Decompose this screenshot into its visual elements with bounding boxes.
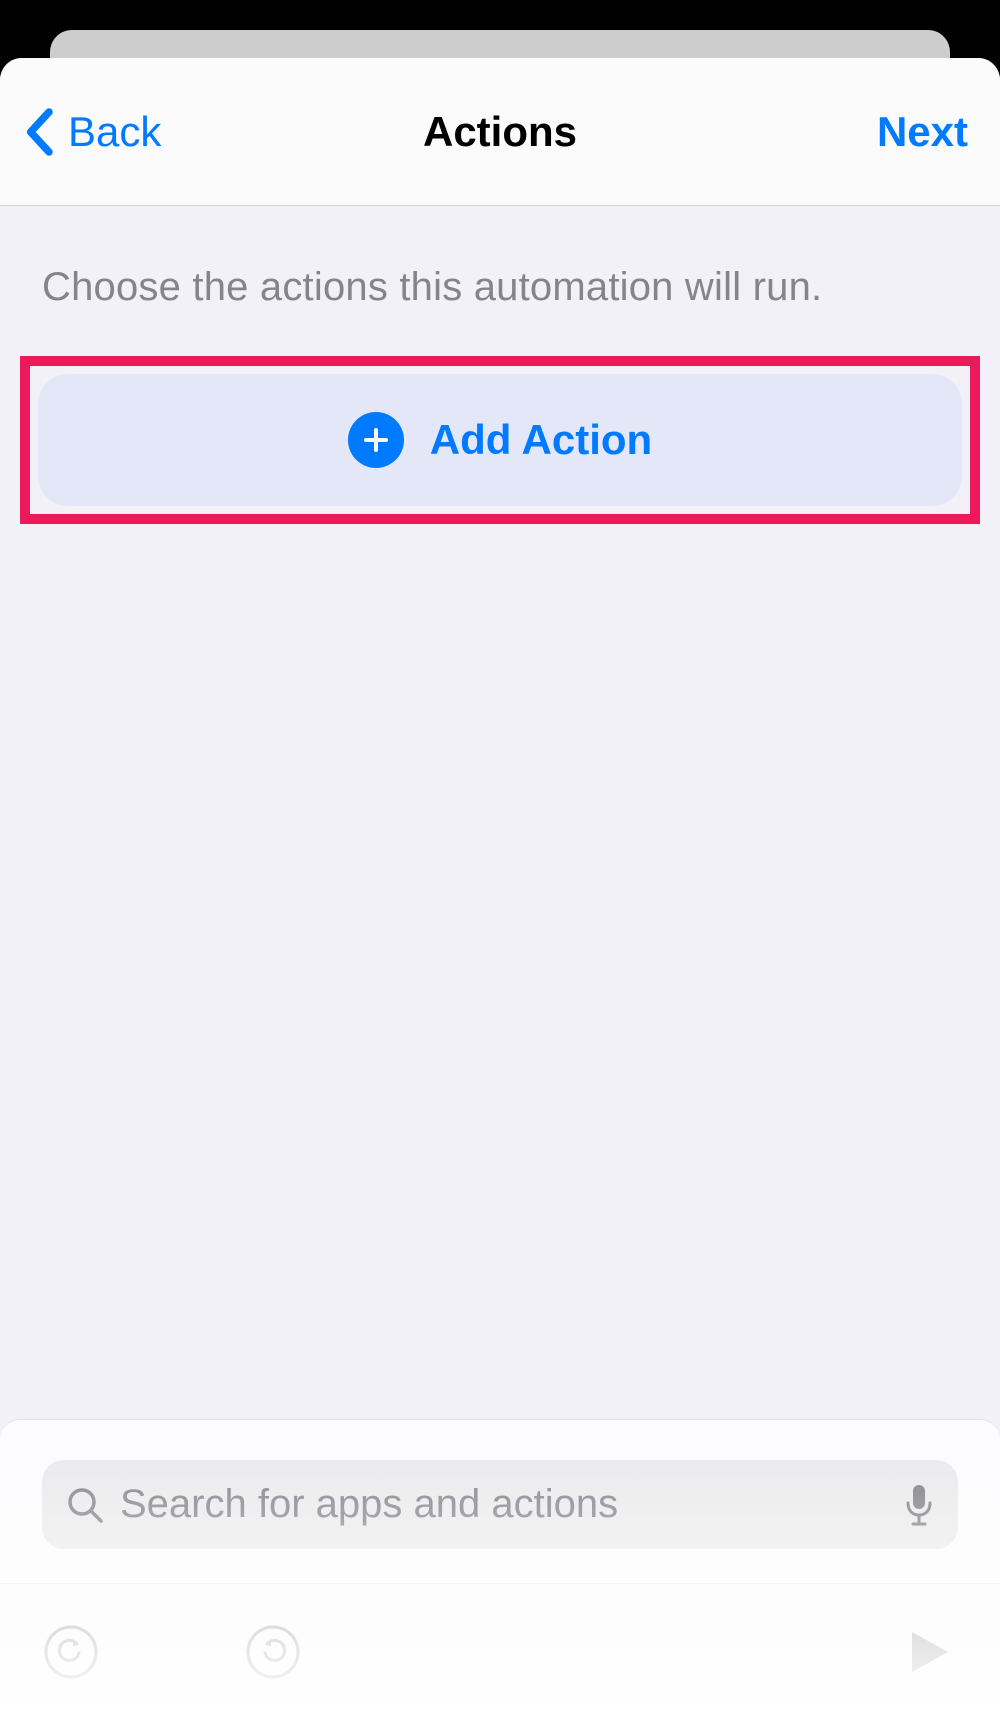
bottom-toolbar <box>0 1583 1000 1719</box>
add-action-label: Add Action <box>430 416 652 464</box>
toolbar-left-group <box>44 1625 300 1679</box>
search-placeholder: Search for apps and actions <box>120 1482 888 1527</box>
play-button[interactable] <box>900 1624 956 1680</box>
microphone-icon[interactable] <box>904 1483 934 1527</box>
navigation-bar: Back Actions Next <box>0 58 1000 206</box>
undo-button[interactable] <box>44 1625 98 1679</box>
content-area: Choose the actions this automation will … <box>0 206 1000 1419</box>
back-label: Back <box>68 108 161 156</box>
instruction-text: Choose the actions this automation will … <box>42 258 958 316</box>
search-icon <box>66 1486 104 1524</box>
redo-button[interactable] <box>246 1625 300 1679</box>
search-panel: Search for apps and actions <box>0 1419 1000 1583</box>
next-button[interactable]: Next <box>877 108 968 156</box>
back-button[interactable]: Back <box>22 107 161 157</box>
plus-circle-icon <box>348 412 404 468</box>
back-chevron-icon <box>22 107 56 157</box>
sheet-modal: Back Actions Next Choose the actions thi… <box>0 58 1000 1719</box>
annotation-highlight: Add Action <box>20 356 980 524</box>
add-action-button[interactable]: Add Action <box>38 374 962 506</box>
search-input[interactable]: Search for apps and actions <box>42 1460 958 1549</box>
